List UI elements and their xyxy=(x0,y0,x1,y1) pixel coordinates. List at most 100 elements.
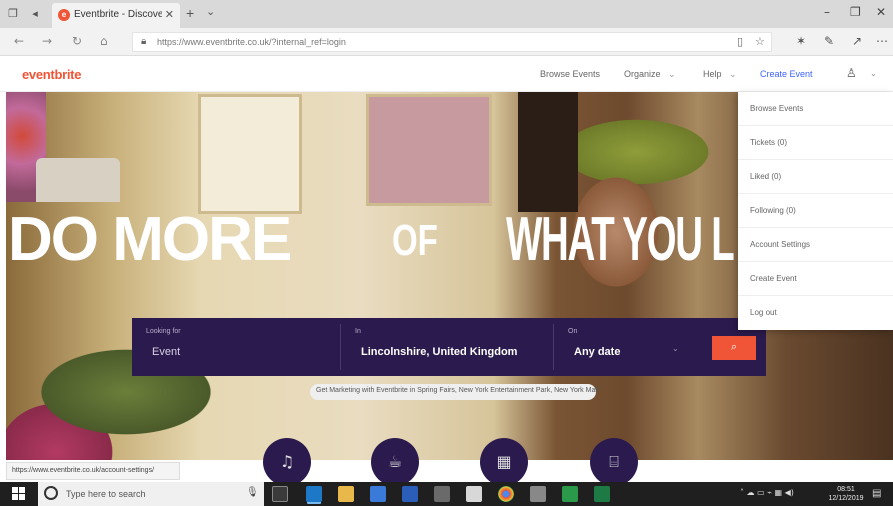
category-food[interactable]: ☕ xyxy=(371,438,419,486)
calculator-icon[interactable] xyxy=(466,486,482,502)
category-music[interactable]: ♫ xyxy=(263,438,311,486)
menu-item-label: Following (0) xyxy=(750,206,796,215)
chevron-down-icon[interactable]: ⌄ xyxy=(870,69,877,78)
restore-icon[interactable]: ❐ xyxy=(850,5,861,19)
hero-artwork xyxy=(198,94,302,214)
taskbar-clock[interactable]: 08:51 12/12/2019 xyxy=(828,485,864,503)
menu-item-label: Browse Events xyxy=(750,104,804,113)
location-field[interactable]: In Lincolnshire, United Kingdom xyxy=(341,318,553,376)
tab-list-chevron-icon[interactable]: ⌄ xyxy=(206,5,215,18)
menu-item-liked[interactable]: Liked (0) xyxy=(738,160,893,194)
edge-browser-icon[interactable] xyxy=(306,486,322,502)
looking-for-label: Looking for xyxy=(146,328,181,335)
store-icon[interactable] xyxy=(370,486,386,502)
favorite-star-icon[interactable]: ☆ xyxy=(755,35,765,48)
food-icon: ☕ xyxy=(387,452,403,471)
user-dropdown-menu: Browse Events Tickets (0) Liked (0) Foll… xyxy=(738,92,893,330)
chevron-down-icon: ⌄ xyxy=(729,69,737,79)
close-window-icon[interactable]: ✕ xyxy=(876,5,886,19)
nav-create-event[interactable]: Create Event xyxy=(760,69,813,79)
nav-browse-events[interactable]: Browse Events xyxy=(540,69,600,79)
clock-time: 08:51 xyxy=(837,486,855,493)
tab-title: Eventbrite - Discover G xyxy=(74,9,162,20)
search-button[interactable]: ⌕ xyxy=(712,336,756,360)
hero-artwork xyxy=(366,94,492,206)
microphone-icon[interactable]: 🎙︎ xyxy=(246,487,259,498)
category-gift[interactable]: ⌸ xyxy=(590,438,638,486)
mail-icon[interactable] xyxy=(434,486,450,502)
status-url-text: https://www.eventbrite.co.uk/account-set… xyxy=(12,467,155,474)
share-icon[interactable]: ↗ xyxy=(852,34,862,48)
chevron-down-icon: ⌄ xyxy=(668,69,676,79)
date-label: On xyxy=(568,328,578,335)
windows-taskbar: Type here to search 🎙︎ ˄ ☁ ▭ ⌁ ▦ ◀) 08:5… xyxy=(0,482,893,506)
tray-icons[interactable]: ˄ ☁ ▭ ⌁ ▦ ◀) xyxy=(740,488,794,497)
pen-icon[interactable]: ✎ xyxy=(824,34,834,48)
menu-item-following[interactable]: Following (0) xyxy=(738,194,893,228)
date-select[interactable]: On Any date ⌄ xyxy=(554,318,684,376)
menu-item-label: Account Settings xyxy=(750,240,811,249)
eventbrite-logo[interactable]: eventbrite xyxy=(22,67,81,82)
back-icon[interactable]: ← xyxy=(14,34,24,48)
menu-item-tickets[interactable]: Tickets (0) xyxy=(738,126,893,160)
browser-toolbar: ← → ↻ ⌂ 🔒︎ https://www.eventbrite.co.uk/… xyxy=(0,28,893,56)
menu-item-label: Create Event xyxy=(750,274,797,283)
notifications-icon[interactable]: ▤ xyxy=(872,488,881,499)
menu-item-browse-events[interactable]: Browse Events xyxy=(738,92,893,126)
tabs-aside-icon[interactable]: ◂ xyxy=(26,6,44,22)
clock-date: 12/12/2019 xyxy=(828,495,864,502)
promo-text: Get Marketing with Eventbrite in Spring … xyxy=(316,387,599,394)
screen: ❐ ◂ e Eventbrite - Discover G ✕ + ⌄ – ❐ … xyxy=(0,0,893,506)
category-calendar[interactable]: ▦ xyxy=(480,438,528,486)
user-avatar-icon[interactable]: ♙ xyxy=(846,66,857,80)
windows-start-icon[interactable] xyxy=(12,487,26,501)
url-text: https://www.eventbrite.co.uk/?internal_r… xyxy=(157,37,346,47)
nav-help[interactable]: Help xyxy=(703,69,722,79)
home-icon[interactable]: ⌂ xyxy=(100,34,108,48)
looking-for-field[interactable]: Looking for Event xyxy=(132,318,340,376)
menu-item-account-settings[interactable]: Account Settings xyxy=(738,228,893,262)
taskbar-search-box[interactable]: Type here to search 🎙︎ xyxy=(38,482,264,506)
looking-for-value: Event xyxy=(152,346,181,358)
eventbrite-favicon-icon: e xyxy=(58,9,70,21)
file-explorer-icon[interactable] xyxy=(338,486,354,502)
more-icon[interactable]: ⋯ xyxy=(876,34,888,48)
status-bar-url: https://www.eventbrite.co.uk/account-set… xyxy=(6,462,180,480)
hero-headline-part1: DO MORE xyxy=(8,205,292,274)
task-view-icon[interactable] xyxy=(272,486,288,502)
gift-icon: ⌸ xyxy=(609,452,619,471)
photos-icon[interactable] xyxy=(562,486,578,502)
minimize-icon[interactable]: – xyxy=(824,5,830,19)
cortana-icon xyxy=(44,486,58,500)
hero-headline-part2: OF xyxy=(392,216,438,265)
forward-icon[interactable]: → xyxy=(42,34,52,48)
reading-view-icon[interactable]: ▯ xyxy=(737,35,743,48)
promo-pill[interactable]: Get Marketing with Eventbrite in Spring … xyxy=(310,384,599,400)
menu-item-log-out[interactable]: Log out xyxy=(738,296,893,330)
browser-tab-eventbrite[interactable]: e Eventbrite - Discover G ✕ xyxy=(52,3,180,28)
lock-icon: 🔒︎ xyxy=(141,36,147,47)
hero-lamp xyxy=(36,158,120,202)
tab-actions-icon[interactable]: ❐ xyxy=(4,6,22,22)
refresh-icon[interactable]: ↻ xyxy=(72,34,82,48)
nav-organize[interactable]: Organize xyxy=(624,69,661,79)
browser-tab-strip: ❐ ◂ e Eventbrite - Discover G ✕ + ⌄ – ❐ … xyxy=(0,0,893,28)
address-bar[interactable]: 🔒︎ https://www.eventbrite.co.uk/?interna… xyxy=(132,32,772,52)
new-tab-icon[interactable]: + xyxy=(186,5,194,21)
close-tab-icon[interactable]: ✕ xyxy=(165,8,174,21)
event-search-bar: Looking for Event In Lincolnshire, Unite… xyxy=(132,318,766,376)
excel-icon[interactable] xyxy=(594,486,610,502)
location-label: In xyxy=(355,328,361,335)
date-value: Any date xyxy=(574,346,621,358)
menu-item-create-event[interactable]: Create Event xyxy=(738,262,893,296)
chrome-icon[interactable] xyxy=(498,486,514,502)
site-header: eventbrite Browse Events Organize ⌄ Help… xyxy=(0,57,893,92)
taskbar-search-placeholder: Type here to search xyxy=(66,489,146,499)
search-icon: ⌕ xyxy=(730,341,738,353)
menu-item-label: Log out xyxy=(750,308,777,317)
menu-item-label: Tickets (0) xyxy=(750,138,788,147)
settings-gear-icon[interactable] xyxy=(530,486,546,502)
favorites-icon[interactable]: ✶ xyxy=(796,34,806,48)
hero-headline-part3: WHAT YOU L xyxy=(506,205,735,274)
word-icon[interactable] xyxy=(402,486,418,502)
